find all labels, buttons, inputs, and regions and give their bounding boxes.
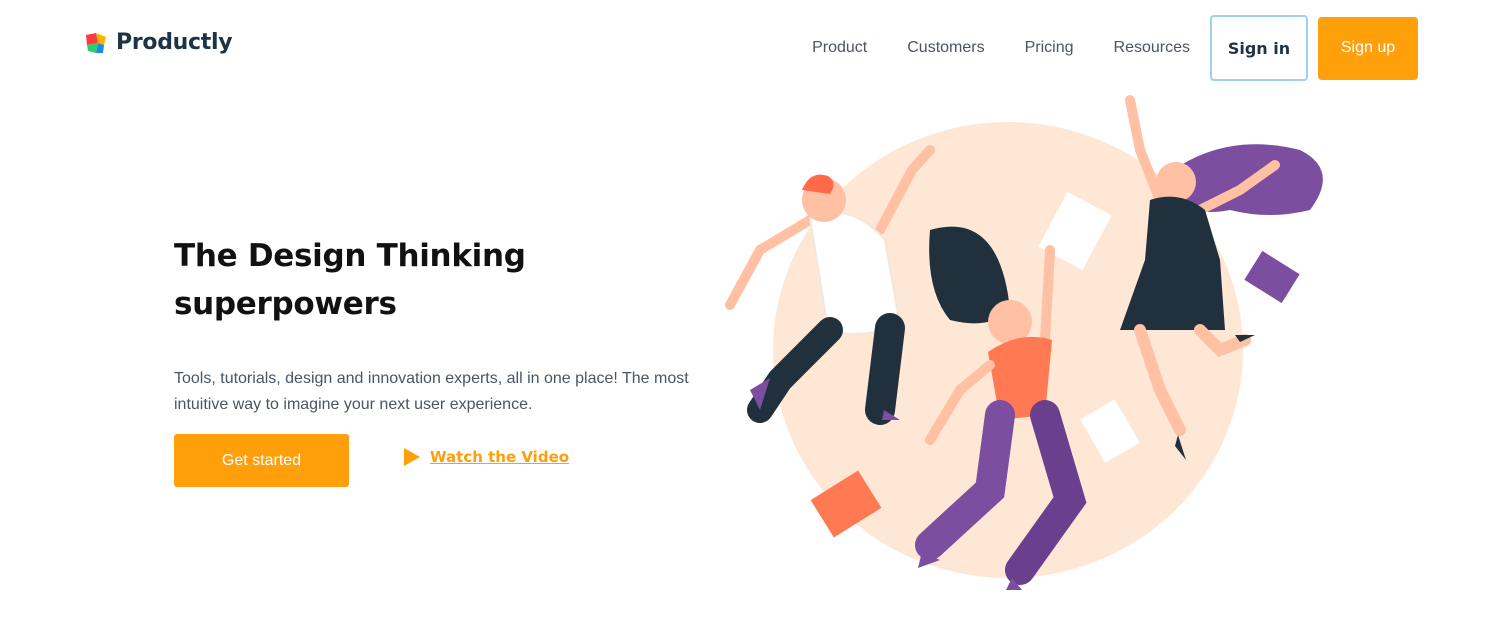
main-nav: Product Customers Pricing Resources Sign… [812, 15, 1418, 81]
logo[interactable]: Productly [84, 30, 233, 55]
hero-title-line1: The Design Thinking [174, 238, 526, 274]
hero-description: Tools, tutorials, design and innovation … [174, 370, 689, 413]
site-header: Productly Product Customers Pricing Reso… [0, 0, 1490, 96]
brand-name: Productly [116, 30, 233, 55]
nav-resources[interactable]: Resources [1114, 15, 1190, 81]
get-started-button[interactable]: Get started [174, 434, 349, 487]
hero-title-line2: superpowers [174, 286, 397, 322]
watch-video-link[interactable]: Watch the Video [404, 448, 569, 466]
nav-pricing[interactable]: Pricing [1025, 15, 1074, 81]
hero-title: The Design Thinking superpowers [174, 232, 594, 328]
nav-customers[interactable]: Customers [907, 15, 984, 81]
purple-book [1244, 250, 1300, 304]
hero-illustration [725, 95, 1323, 590]
logo-icon [86, 32, 106, 53]
sign-up-button[interactable]: Sign up [1318, 16, 1418, 80]
sign-in-button[interactable]: Sign in [1210, 15, 1308, 81]
play-icon [404, 448, 420, 466]
watch-video-label: Watch the Video [430, 448, 570, 466]
nav-product[interactable]: Product [812, 15, 867, 81]
